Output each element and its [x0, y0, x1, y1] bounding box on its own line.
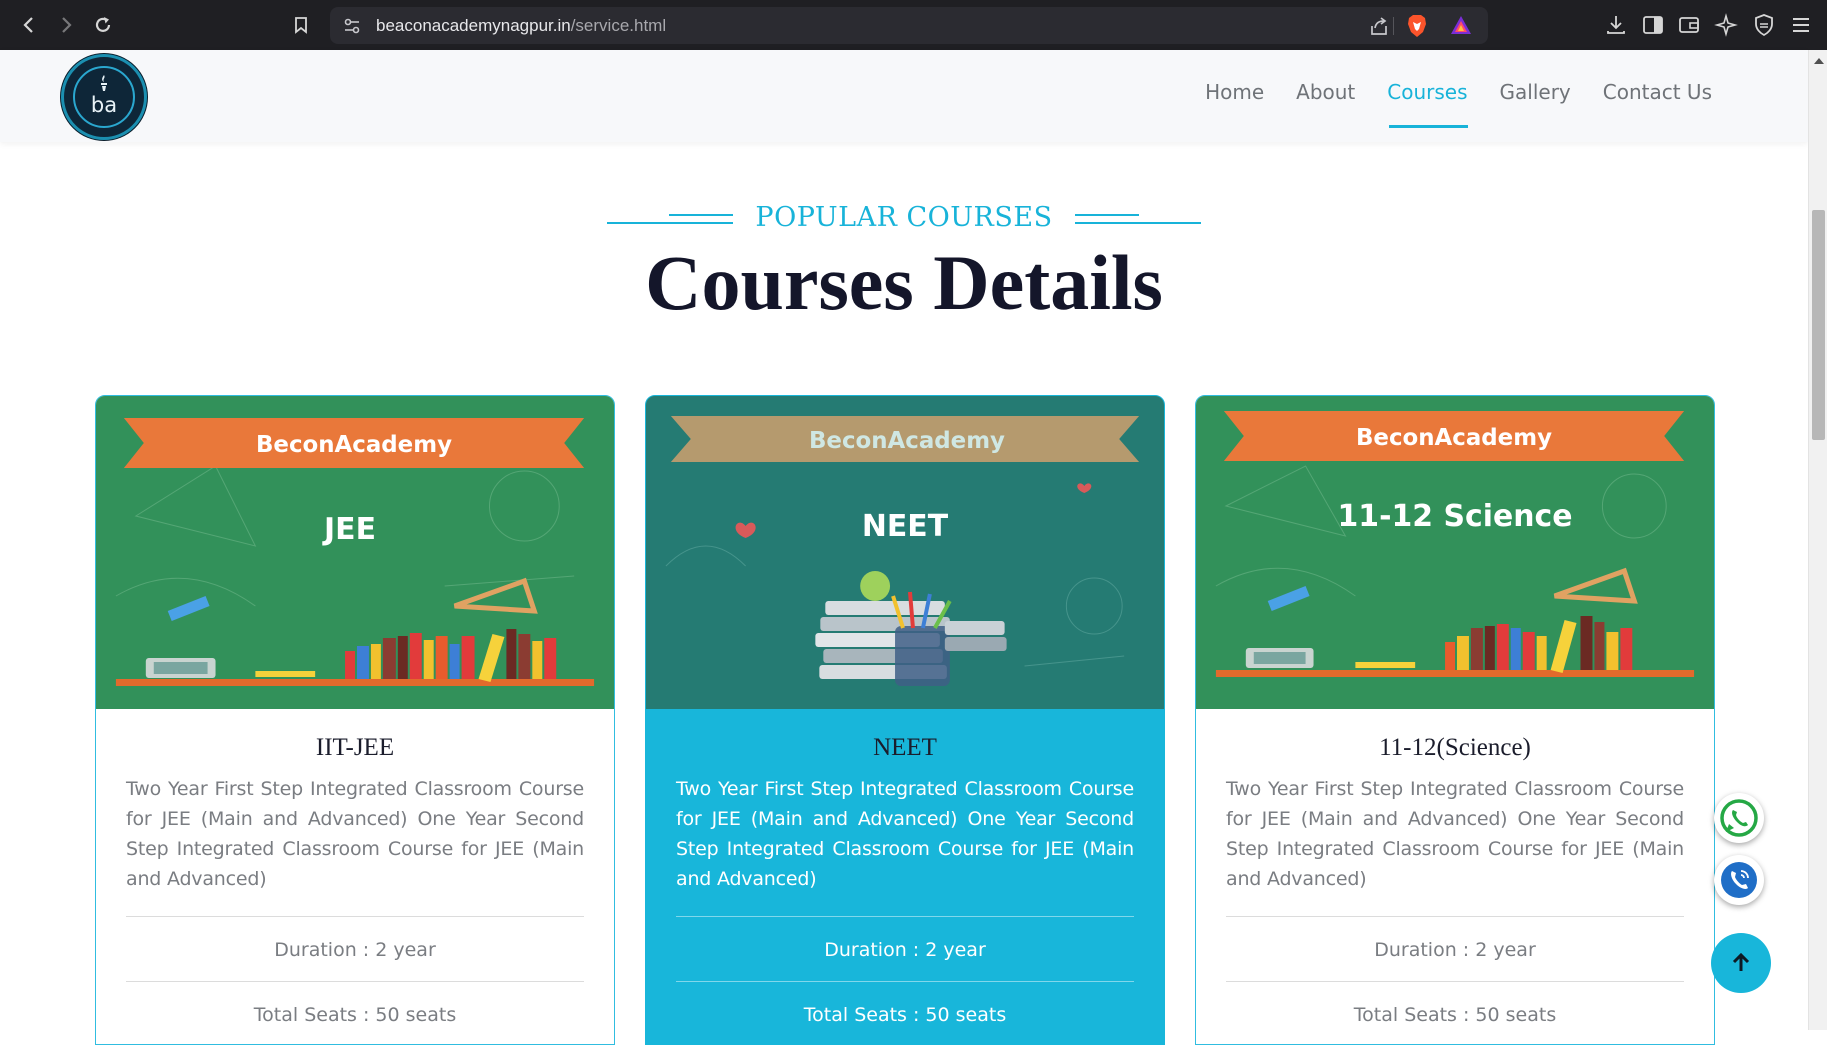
- course-image-science: BeconAcademy 11-12 Science: [1196, 396, 1714, 709]
- course-title: 11-12(Science): [1379, 734, 1531, 761]
- divider: [1393, 17, 1394, 35]
- course-seats: Total Seats : 50 seats: [803, 1004, 1007, 1026]
- call-button[interactable]: [1714, 855, 1764, 905]
- back-to-top-button[interactable]: [1711, 933, 1771, 993]
- course-description: Two Year First Step Integrated Classroom…: [126, 778, 584, 890]
- wallet-icon[interactable]: [1676, 12, 1702, 38]
- course-image-jee: BeconAcademy JEE: [96, 396, 614, 709]
- whatsapp-icon: [1720, 799, 1758, 837]
- nav-home[interactable]: Home: [1205, 80, 1264, 128]
- download-icon[interactable]: [1603, 12, 1629, 38]
- brave-shields-icon[interactable]: [1406, 14, 1428, 38]
- left-decor-lines: [607, 211, 734, 225]
- phone-icon: [1721, 862, 1757, 898]
- card-body: 11-12(Science) Two Year First Step Integ…: [1226, 709, 1684, 1044]
- nav-contact-us[interactable]: Contact Us: [1603, 80, 1712, 128]
- whatsapp-button[interactable]: [1714, 793, 1764, 843]
- course-seats: Total Seats : 50 seats: [1353, 1004, 1557, 1026]
- card-body: NEET Two Year First Step Integrated Clas…: [676, 709, 1134, 1044]
- image-caption: JEE: [322, 512, 376, 547]
- page-scrollbar[interactable]: [1808, 50, 1827, 1030]
- image-caption: NEET: [862, 509, 949, 544]
- vpn-shield-icon[interactable]: [1751, 12, 1777, 38]
- course-duration: Duration : 2 year: [824, 939, 986, 961]
- browser-toolbar: beaconacademynagpur.in/service.html: [0, 0, 1827, 50]
- sidebar-icon[interactable]: [1640, 12, 1666, 38]
- course-seats: Total Seats : 50 seats: [253, 1004, 457, 1026]
- section-subtitle: POPULAR COURSES: [755, 202, 1053, 233]
- card-body: IIT-JEE Two Year First Step Integrated C…: [126, 709, 584, 1044]
- leo-ai-icon[interactable]: [1713, 12, 1739, 38]
- image-caption: 11-12 Science: [1338, 499, 1573, 534]
- section-subtitle-row: POPULAR COURSES: [0, 202, 1808, 233]
- course-card-jee[interactable]: BeconAcademy JEE IIT-JEE Two Year First …: [95, 395, 615, 1045]
- torch-icon: [101, 75, 107, 91]
- course-description: Two Year First Step Integrated Classroom…: [1226, 778, 1684, 890]
- menu-icon[interactable]: [1788, 12, 1814, 38]
- bookmark-icon[interactable]: [286, 10, 316, 40]
- course-card-science[interactable]: BeconAcademy 11-12 Science 11-12(Science…: [1195, 395, 1715, 1045]
- url-text[interactable]: beaconacademynagpur.in/service.html: [376, 16, 666, 36]
- site-header: ba Home About Courses Gallery Contact Us: [0, 50, 1808, 142]
- brave-rewards-icon[interactable]: [1450, 15, 1472, 35]
- section-title: Courses Details: [645, 239, 1163, 326]
- course-image-neet: BeconAcademy NEET: [646, 396, 1164, 709]
- url-path: /service.html: [570, 16, 667, 35]
- banner-text: BeconAcademy: [256, 432, 452, 458]
- course-duration: Duration : 2 year: [274, 939, 436, 961]
- reload-icon[interactable]: [88, 10, 118, 40]
- course-duration: Duration : 2 year: [1374, 939, 1536, 961]
- scroll-thumb[interactable]: [1812, 210, 1825, 440]
- course-description: Two Year First Step Integrated Classroom…: [676, 778, 1134, 890]
- banner-text: BeconAcademy: [1356, 425, 1552, 451]
- site-settings-icon[interactable]: [342, 16, 362, 36]
- forward-icon[interactable]: [51, 10, 81, 40]
- right-decor-lines: [1074, 211, 1201, 225]
- nav-gallery[interactable]: Gallery: [1500, 80, 1571, 128]
- url-domain: beaconacademynagpur.in: [376, 16, 571, 35]
- site-logo[interactable]: ba: [61, 54, 147, 140]
- back-icon[interactable]: [14, 10, 44, 40]
- share-icon[interactable]: [1368, 15, 1390, 37]
- nav-courses[interactable]: Courses: [1387, 80, 1468, 128]
- scroll-up-arrow-icon[interactable]: [1814, 58, 1824, 64]
- course-title: IIT-JEE: [315, 734, 395, 761]
- logo-text: ba: [90, 93, 118, 117]
- nav-about[interactable]: About: [1296, 80, 1355, 128]
- main-nav: Home About Courses Gallery Contact Us: [1205, 80, 1712, 128]
- arrow-up-icon: [1732, 952, 1750, 971]
- course-title: NEET: [873, 734, 937, 761]
- address-bar[interactable]: beaconacademynagpur.in/service.html: [330, 7, 1488, 44]
- banner-text: BeconAcademy: [809, 428, 1005, 454]
- course-card-neet[interactable]: BeconAcademy NEET NEET Two Year First St…: [645, 395, 1165, 1045]
